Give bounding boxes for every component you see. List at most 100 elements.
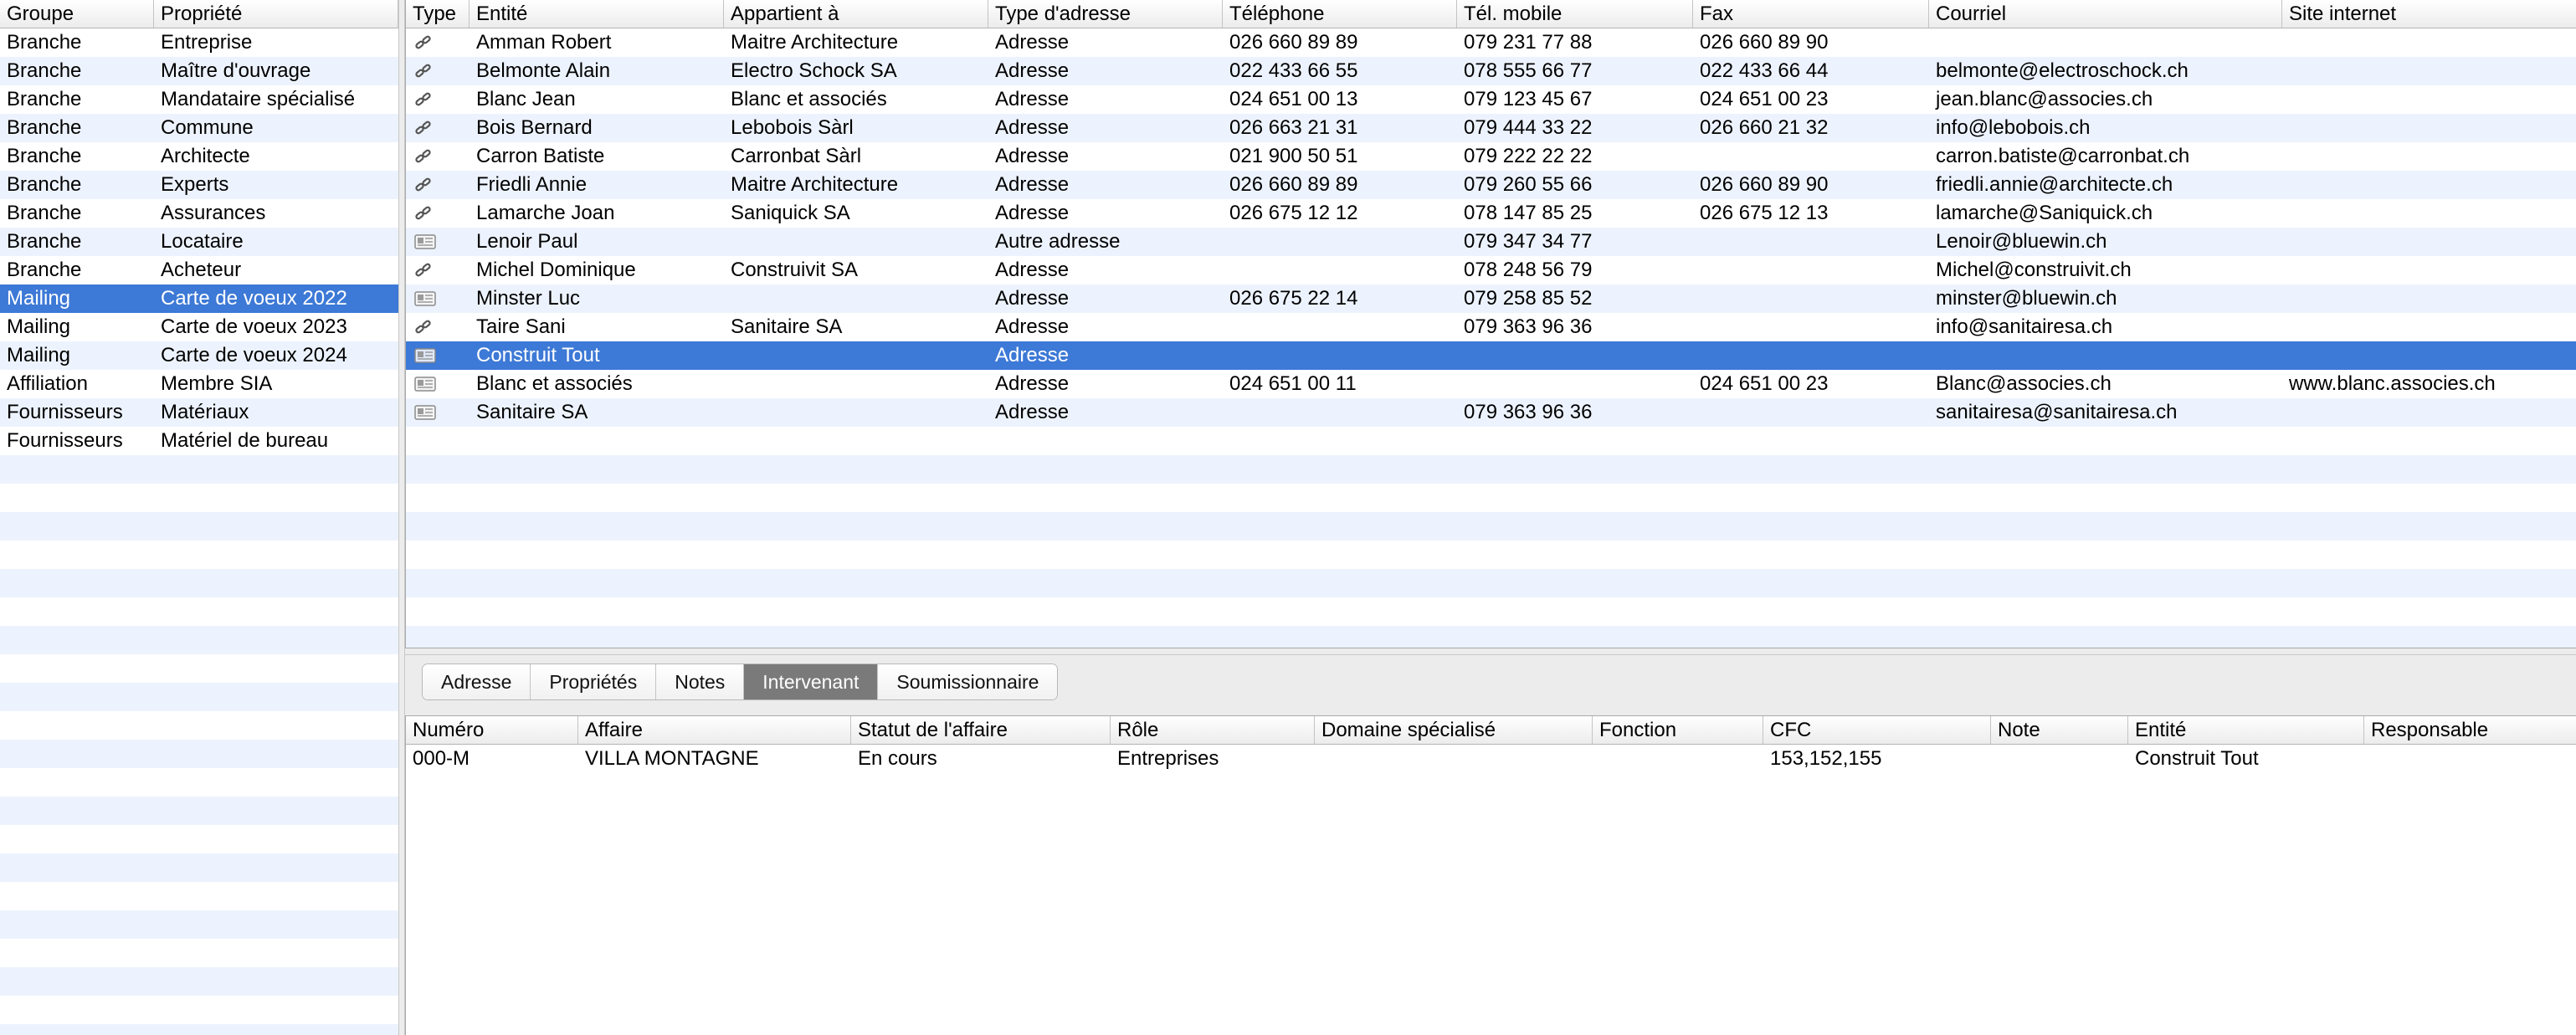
property-name-cell: Locataire [161,230,244,253]
property-table[interactable]: Groupe Propriété Branche Entreprise Branch… [0,0,399,1035]
horizontal-splitter[interactable] [405,648,2576,655]
property-row[interactable]: Branche Entreprise [0,28,398,57]
contact-row[interactable]: Blanc Jean Blanc et associés Adresse 024 65… [406,85,2576,114]
contact-phone-cell [1223,398,1457,427]
property-row[interactable]: Branche Acheteur [0,256,398,284]
column-header-mobile[interactable]: Tél. mobile [1457,0,1693,28]
column-header-responsable[interactable]: Responsable [2364,716,2576,744]
column-header-affaire[interactable]: Affaire [578,716,851,744]
property-group-cell: Branche [7,202,82,224]
column-header-cfc[interactable]: CFC [1763,716,1991,744]
contact-row[interactable]: Carron Batiste Carronbat Sàrl Adresse 021 9… [406,142,2576,171]
column-header-entite[interactable]: Entité [470,0,724,28]
property-row[interactable]: Fournisseurs Matériel de bureau [0,427,398,455]
tab-adresse[interactable]: Adresse [423,664,531,699]
column-header-type[interactable]: Type [406,0,470,28]
link-icon [406,142,470,171]
property-row[interactable]: Mailing Carte de voeux 2024 [0,341,398,370]
contact-address-type-cell: Adresse [995,202,1070,224]
contact-entity-cell: Michel Dominique [476,259,636,281]
column-header-statut[interactable]: Statut de l'affaire [851,716,1111,744]
property-group-cell: Mailing [7,287,71,310]
property-group-cell: Branche [7,145,82,167]
contacts-table[interactable]: Type Entité Appartient à Type d'adresse … [405,0,2576,648]
column-header-propriete[interactable]: Propriété [154,0,398,28]
intervenant-responsible-cell [2364,745,2576,773]
contact-entity-cell: Taire Sani [476,315,566,338]
tab-notes[interactable]: Notes [656,664,745,699]
property-name-cell: Carte de voeux 2024 [161,344,347,366]
tab-intervenant[interactable]: Intervenant [744,664,879,699]
contact-website-cell: www.blanc.associes.ch [2289,372,2496,395]
property-row[interactable]: Branche Mandataire spécialisé [0,85,398,114]
property-row[interactable]: Fournisseurs Matériaux [0,398,398,427]
tab-proprietes[interactable]: Propriétés [531,664,657,699]
property-group-cell: Branche [7,59,82,82]
contact-mobile-cell: 078 555 66 77 [1464,59,1593,82]
property-row[interactable]: Branche Assurances [0,199,398,228]
contact-belongs-to-cell [724,228,988,256]
link-icon [406,85,470,114]
intervenant-table-header: Numéro Affaire Statut de l'affaire Rôle … [406,716,2576,745]
column-header-fonction[interactable]: Fonction [1593,716,1763,744]
detail-tab-bar: Adresse Propriétés Notes Intervenant Sou… [422,664,1059,700]
contact-row[interactable]: Michel Dominique Construivit SA Adresse 078… [406,256,2576,284]
contact-fax-cell: 026 660 21 32 [1700,116,1829,139]
contact-row[interactable]: Construit Tout Adresse [406,341,2576,370]
property-row[interactable]: Branche Commune [0,114,398,142]
property-row[interactable]: Mailing Carte de voeux 2023 [0,313,398,341]
column-header-fax[interactable]: Fax [1693,0,1929,28]
link-icon [406,114,470,142]
contact-row[interactable]: Minster Luc Adresse 026 675 22 14 079 258 8… [406,284,2576,313]
property-row[interactable]: Mailing Carte de voeux 2022 [0,284,398,313]
property-row[interactable]: Affiliation Membre SIA [0,370,398,398]
column-header-appartient[interactable]: Appartient à [724,0,988,28]
column-header-role[interactable]: Rôle [1111,716,1315,744]
property-row[interactable]: Branche Experts [0,171,398,199]
contact-mobile-cell [1457,370,1693,398]
property-group-cell: Fournisseurs [7,429,123,452]
column-header-site[interactable]: Site internet [2282,0,2576,28]
contact-entity-cell: Minster Luc [476,287,581,310]
empty-row-stripe [0,910,398,939]
contact-belongs-to-cell: Maitre Architecture [731,31,899,54]
contact-email-cell: jean.blanc@associes.ch [1936,88,2153,110]
intervenant-table[interactable]: Numéro Affaire Statut de l'affaire Rôle … [405,715,2576,1035]
column-header-domaine[interactable]: Domaine spécialisé [1315,716,1593,744]
contact-row[interactable]: Amman Robert Maitre Architecture Adresse 02… [406,28,2576,57]
contact-entity-cell: Lamarche Joan [476,202,615,224]
property-row[interactable]: Branche Architecte [0,142,398,171]
column-header-telephone[interactable]: Téléphone [1223,0,1457,28]
property-group-cell: Branche [7,173,82,196]
contact-row[interactable]: Belmonte Alain Electro Schock SA Adresse 02… [406,57,2576,85]
contact-website-cell [2282,28,2576,57]
contact-row[interactable]: Sanitaire SA Adresse 079 363 96 36 sanitair… [406,398,2576,427]
intervenant-row[interactable]: 000-M VILLA MONTAGNE En cours Entreprises 15… [406,745,2576,773]
column-header-note[interactable]: Note [1991,716,2128,744]
tab-soumissionnaire[interactable]: Soumissionnaire [878,664,1058,699]
contact-row[interactable]: Taire Sani Sanitaire SA Adresse 079 363 96 … [406,313,2576,341]
contact-row[interactable]: Lenoir Paul Autre adresse 079 347 34 77 Len… [406,228,2576,256]
column-header-numero[interactable]: Numéro [406,716,578,744]
vertical-splitter[interactable] [398,0,405,1035]
empty-row-stripe [406,626,2576,648]
contact-row[interactable]: Lamarche Joan Saniquick SA Adresse 026 675 … [406,199,2576,228]
column-header-courriel[interactable]: Courriel [1929,0,2282,28]
intervenant-note-cell [1991,745,2128,773]
column-header-groupe[interactable]: Groupe [0,0,154,28]
property-name-cell: Mandataire spécialisé [161,88,356,110]
contact-email-cell: sanitairesa@sanitairesa.ch [1936,401,2178,423]
contact-row[interactable]: Friedli Annie Maitre Architecture Adresse 0… [406,171,2576,199]
contact-fax-cell: 026 660 89 90 [1700,31,1829,54]
link-icon [406,313,470,341]
property-row[interactable]: Branche Locataire [0,228,398,256]
column-header-type-adresse[interactable]: Type d'adresse [988,0,1223,28]
property-row[interactable]: Branche Maître d'ouvrage [0,57,398,85]
contact-row[interactable]: Blanc et associés Adresse 024 651 00 11 024… [406,370,2576,398]
contact-fax-cell [1693,256,1929,284]
contact-entity-cell: Bois Bernard [476,116,593,139]
contact-fax-cell [1693,398,1929,427]
property-name-cell: Experts [161,173,229,196]
column-header-entite[interactable]: Entité [2128,716,2364,744]
contact-row[interactable]: Bois Bernard Lebobois Sàrl Adresse 026 663 … [406,114,2576,142]
